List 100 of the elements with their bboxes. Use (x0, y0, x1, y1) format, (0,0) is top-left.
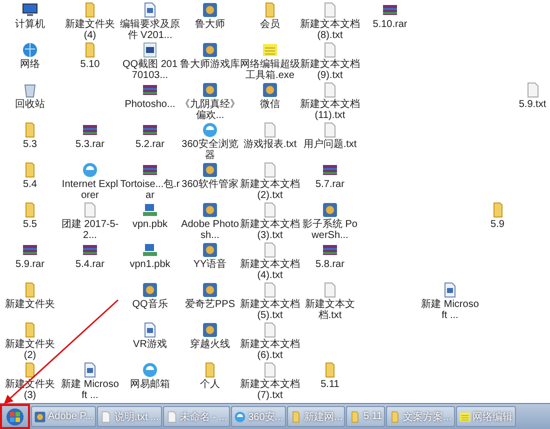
archive-icon (142, 162, 158, 178)
file-label: 《九阴真经》偏欢... (180, 99, 240, 121)
file-label: 会员 (260, 19, 280, 30)
text-file-icon (262, 122, 278, 138)
file-label: 穿越火线 (190, 339, 230, 350)
document-icon (442, 282, 458, 298)
file-label: 新建文本文档 (5).txt (240, 299, 300, 321)
app-icon (202, 82, 218, 98)
notes-icon (458, 410, 471, 422)
file-label: 360安全浏览器 (180, 139, 240, 161)
file-label: 网络编辑超级工具箱.exe (240, 59, 300, 81)
archive-icon (322, 162, 338, 178)
app-icon (34, 410, 46, 422)
file-label: vpn.pbk (132, 219, 168, 230)
app-icon (202, 202, 218, 218)
taskbar-item[interactable]: 说明.txt ... (97, 406, 162, 427)
file-label: Internet Explorer (60, 179, 120, 201)
file-label: 新建文本文档 (2).txt (240, 179, 300, 201)
file-label: Photosho... (124, 99, 176, 110)
document-icon (142, 322, 158, 338)
app-icon (202, 42, 218, 58)
windows-logo-icon (6, 408, 24, 426)
taskbar-item[interactable]: Adobe P... (31, 406, 96, 427)
file-label: 5.3.rar (76, 139, 104, 150)
file-label: 5.10.rar (372, 19, 408, 30)
network-connection-icon (142, 242, 158, 258)
file-label: 鲁大师 (195, 19, 225, 30)
file-label: 新建文件夹 (2) (4, 339, 56, 361)
file-label: 爱奇艺PPS (184, 299, 235, 310)
start-button[interactable] (0, 404, 30, 429)
file-label: 新建文本文档.txt (304, 299, 356, 321)
taskbar-item[interactable]: 网络编辑 (456, 406, 516, 427)
file-label: 5.4.rar (76, 259, 104, 270)
file-label: 新建文本文档 (11).txt (300, 99, 360, 121)
file-label: 用户问题.txt (303, 139, 357, 150)
text-file-icon (100, 410, 112, 422)
file-label: 编辑要求及原件 V201... (120, 19, 180, 41)
file-label: 5.9.rar (16, 259, 44, 270)
text-file-icon (322, 282, 338, 298)
computer-icon (22, 2, 38, 18)
taskbar-item[interactable]: 5.11 (346, 406, 386, 427)
folder-icon (349, 410, 362, 422)
file-label: 鲁大师游戏库 (180, 59, 240, 70)
taskbar-item[interactable]: 未命名 - ... (162, 406, 230, 427)
file-label: 新建文件夹 (4) (64, 19, 116, 41)
app-icon (142, 282, 158, 298)
archive-icon (382, 2, 398, 18)
archive-icon (82, 122, 98, 138)
file-label: YY语音 (193, 259, 227, 270)
taskbar-item[interactable]: 360安... (231, 406, 286, 427)
text-file-icon (166, 410, 178, 422)
image-file-icon (142, 42, 158, 58)
file-label: 新建文本文档 (8).txt (300, 19, 360, 41)
file-label: 个人 (200, 379, 220, 390)
file-label: 360软件管家 (182, 179, 238, 190)
file-label: 5.9 (490, 219, 504, 230)
network-connection-icon (142, 202, 158, 218)
browser-icon (234, 410, 246, 422)
file-label: 新建文本文档 (6).txt (240, 339, 300, 361)
text-file-icon (322, 42, 338, 58)
file-label: QQ截图 20170103... (121, 59, 179, 81)
file-label: 新建文件夹 (5, 299, 55, 310)
document-icon (142, 2, 158, 18)
file-label: vpn1.pbk (130, 259, 170, 270)
file-label: 5.3 (23, 139, 37, 150)
file-label: Adobe Photosh... (180, 219, 240, 241)
text-file-icon (262, 242, 278, 258)
text-file-icon (82, 202, 98, 218)
archive-icon (82, 242, 98, 258)
taskbar-item[interactable]: 新建网... (287, 406, 346, 427)
file-label: 网络 (20, 59, 40, 70)
file-label: 微信 (260, 99, 280, 110)
file-label: 5.8.rar (316, 259, 344, 270)
file-label: 5.4 (23, 179, 37, 190)
browser-icon (142, 362, 158, 378)
archive-icon (142, 122, 158, 138)
text-file-icon (322, 122, 338, 138)
text-file-icon (524, 82, 540, 98)
archive-icon (142, 82, 158, 98)
taskbar-item[interactable]: 文案方案... (386, 406, 455, 427)
file-label: 5.9.txt (518, 99, 546, 110)
file-label: 影子系统 PowerSh... (301, 219, 358, 241)
file-label: 5.7.rar (316, 179, 344, 190)
file-label: 5.11 (320, 379, 340, 390)
app-icon (202, 162, 218, 178)
browser-icon (202, 122, 218, 138)
archive-icon (322, 242, 338, 258)
app-icon (322, 202, 338, 218)
file-label: 游戏报表.txt (243, 139, 297, 150)
globe-icon (22, 42, 38, 58)
archive-icon (22, 242, 38, 258)
text-file-icon (262, 202, 278, 218)
app-icon (202, 2, 218, 18)
document-icon (82, 362, 98, 378)
text-file-icon (262, 282, 278, 298)
file-label: 新建 Microsoft ... (60, 379, 120, 401)
file-label: 5.10 (80, 59, 100, 70)
text-file-icon (262, 162, 278, 178)
file-label: 计算机 (15, 19, 45, 30)
file-label: 团建 2017-5-2... (60, 219, 120, 241)
